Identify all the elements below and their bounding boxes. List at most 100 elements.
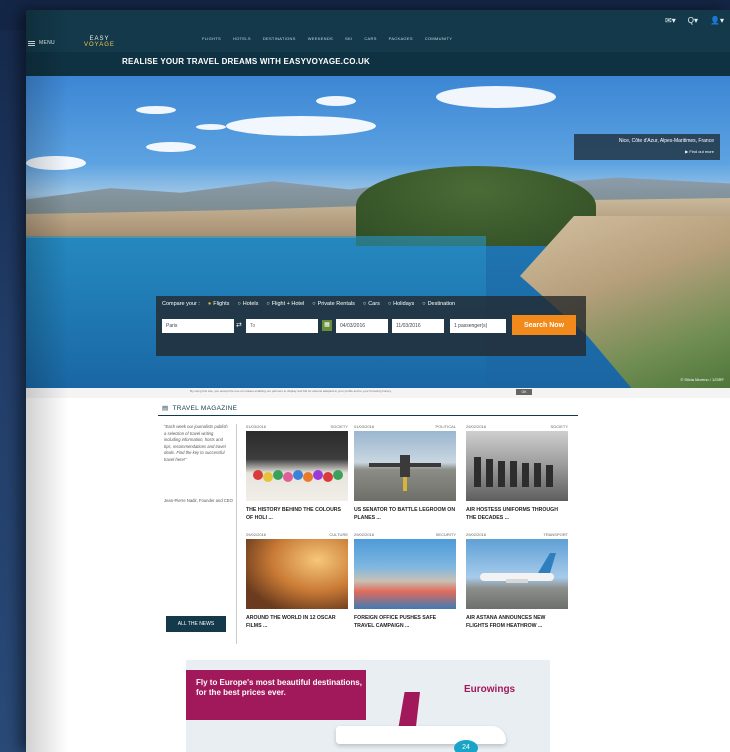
article-category: TRANSPORT	[543, 532, 568, 537]
hamburger-icon	[28, 40, 35, 46]
airplane-icon	[369, 455, 441, 491]
article-image[interactable]	[466, 431, 568, 501]
cloud	[226, 116, 376, 136]
article-title[interactable]: THE HISTORY BEHIND THE COLOURS OF HOLI .…	[246, 506, 348, 522]
nav-right: ✉▾ Q▾ 👤▾	[665, 16, 724, 25]
article-image[interactable]	[466, 539, 568, 609]
search-icon[interactable]: Q▾	[688, 16, 698, 25]
article-category: POLITICAL	[435, 424, 456, 429]
depart-date[interactable]	[336, 319, 388, 333]
article-title[interactable]: AROUND THE WORLD IN 12 OSCAR FILMS ...	[246, 614, 348, 630]
tagline: REALISE YOUR TRAVEL DREAMS WITH EASYVOYA…	[122, 57, 371, 66]
editor-quote: "Each week our journalists publish a sel…	[164, 424, 228, 462]
cookie-text: By using this site, you accept the use o…	[190, 389, 392, 393]
cookie-ok-button[interactable]: OK	[516, 389, 532, 395]
article-date: 01/03/2016	[354, 424, 375, 429]
article-image[interactable]	[246, 431, 348, 501]
option-cars[interactable]: Cars	[363, 301, 380, 307]
article-title[interactable]: US SENATOR TO BATTLE LEGROOM ON PLANES .…	[354, 506, 456, 522]
divider	[158, 415, 578, 416]
hostesses-icon	[474, 457, 553, 487]
divider	[236, 424, 237, 644]
article-card[interactable]: 29/02/2016 TRANSPORT AIR ASTANA ANNOUNCES…	[466, 532, 568, 630]
nav-link-weekends[interactable]: WEEKENDS	[308, 36, 333, 41]
cloud	[26, 156, 86, 170]
article-date: 01/03/2016	[246, 424, 267, 429]
swap-icon[interactable]: ⇄	[236, 321, 244, 331]
cloud	[146, 142, 196, 152]
ad-brand: Eurowings	[464, 684, 516, 695]
nav-link-cars[interactable]: CARS	[364, 36, 376, 41]
search-button[interactable]: Search Now	[512, 315, 576, 335]
article-image[interactable]	[246, 539, 348, 609]
calendar-icon[interactable]: ▦	[322, 320, 332, 331]
compare-label: Compare your :	[162, 301, 200, 307]
nav-link-community[interactable]: COMMUNITY	[425, 36, 452, 41]
option-flights[interactable]: Flights	[208, 301, 229, 307]
article-category: SOCIETY	[550, 424, 568, 429]
cloud	[136, 106, 176, 114]
menu-label: MENU	[39, 40, 55, 46]
airplane-icon	[480, 553, 556, 583]
option-private-rentals[interactable]: Private Rentals	[312, 301, 355, 307]
find-out-more-link[interactable]: ▶ Find out more	[685, 149, 714, 154]
nav-link-hotels[interactable]: HOTELS	[233, 36, 251, 41]
plane-tail	[398, 692, 420, 730]
mail-icon[interactable]: ✉▾	[665, 16, 676, 25]
article-category: CULTURE	[329, 532, 348, 537]
magazine-header: ▤ TRAVEL MAGAZINE	[162, 404, 238, 413]
article-date: 29/02/2016	[466, 424, 487, 429]
article-date: 29/02/2016	[354, 532, 375, 537]
balloons-icon	[253, 470, 343, 482]
article-category: SECURITY	[435, 532, 456, 537]
advertisement-banner[interactable]: Fly to Europe's most beautiful destinati…	[186, 660, 550, 752]
logo-line2: VOYAGE	[84, 42, 115, 48]
article-image[interactable]	[354, 431, 456, 501]
web-page: MENU EASY VOYAGE FLIGHTS HOTELS DESTINAT…	[26, 10, 730, 752]
logo[interactable]: EASY VOYAGE	[84, 36, 115, 48]
location-label: Nice, Côte d'Azur, Alpes-Maritimes, Fran…	[618, 138, 714, 144]
option-holidays[interactable]: Holidays	[388, 301, 414, 307]
nav-link-flights[interactable]: FLIGHTS	[202, 36, 221, 41]
plane-body	[336, 726, 506, 744]
photo-credit: © Silvia Moreno / 123RF	[680, 377, 724, 382]
from-field[interactable]	[162, 319, 234, 333]
to-field[interactable]	[246, 319, 318, 333]
article-card[interactable]: 01/03/2016 POLITICAL US SENATOR TO BATTLE…	[354, 424, 456, 522]
search-panel: Compare your : Flights Hotels Flight + H…	[156, 296, 586, 356]
quote-author: Jean-Pierre Nadir, Founder and CEO	[164, 498, 233, 503]
price-badge: 24	[454, 740, 478, 752]
article-date: 29/02/2016	[246, 532, 267, 537]
article-card[interactable]: 29/02/2016 SECURITY FOREIGN OFFICE PUSHES…	[354, 532, 456, 630]
option-flight-hotel[interactable]: Flight + Hotel	[266, 301, 305, 307]
option-hotels[interactable]: Hotels	[237, 301, 259, 307]
hero-image: Nice, Côte d'Azur, Alpes-Maritimes, Fran…	[26, 76, 730, 388]
article-title[interactable]: AIR HOSTESS UNIFORMS THROUGH THE DECADES…	[466, 506, 568, 522]
article-category: SOCIETY	[330, 424, 348, 429]
article-card[interactable]: 01/03/2016 SOCIETY THE HISTORY BEHIND THE…	[246, 424, 348, 522]
nav-link-destinations[interactable]: DESTINATIONS	[263, 36, 296, 41]
article-card[interactable]: 29/02/2016 CULTURE AROUND THE WORLD IN 12…	[246, 532, 348, 630]
article-title[interactable]: FOREIGN OFFICE PUSHES SAFE TRAVEL CAMPAI…	[354, 614, 456, 630]
nav-links: FLIGHTS HOTELS DESTINATIONS WEEKENDS SKI…	[202, 36, 452, 41]
passengers-field[interactable]	[450, 319, 506, 333]
compare-options: Compare your : Flights Hotels Flight + H…	[162, 301, 455, 307]
menu-button[interactable]: MENU	[28, 40, 55, 46]
article-image[interactable]	[354, 539, 456, 609]
nav-link-ski[interactable]: SKI	[345, 36, 352, 41]
top-nav: MENU EASY VOYAGE FLIGHTS HOTELS DESTINAT…	[26, 10, 730, 52]
cloud	[196, 124, 226, 130]
cloud	[316, 96, 356, 106]
nav-link-packages[interactable]: PACKAGES	[389, 36, 413, 41]
magazine-icon: ▤	[162, 405, 169, 412]
user-icon[interactable]: 👤▾	[710, 16, 724, 25]
return-date[interactable]	[392, 319, 444, 333]
cloud	[436, 86, 556, 108]
ad-text: Fly to Europe's most beautiful destinati…	[196, 678, 362, 697]
option-destination[interactable]: Destination	[422, 301, 456, 307]
article-card[interactable]: 29/02/2016 SOCIETY AIR HOSTESS UNIFORMS T…	[466, 424, 568, 522]
article-title[interactable]: AIR ASTANA ANNOUNCES NEW FLIGHTS FROM HE…	[466, 614, 568, 630]
all-news-button[interactable]: ALL THE NEWS	[166, 616, 226, 632]
location-box[interactable]: Nice, Côte d'Azur, Alpes-Maritimes, Fran…	[574, 134, 720, 160]
magazine-title: TRAVEL MAGAZINE	[172, 404, 238, 412]
